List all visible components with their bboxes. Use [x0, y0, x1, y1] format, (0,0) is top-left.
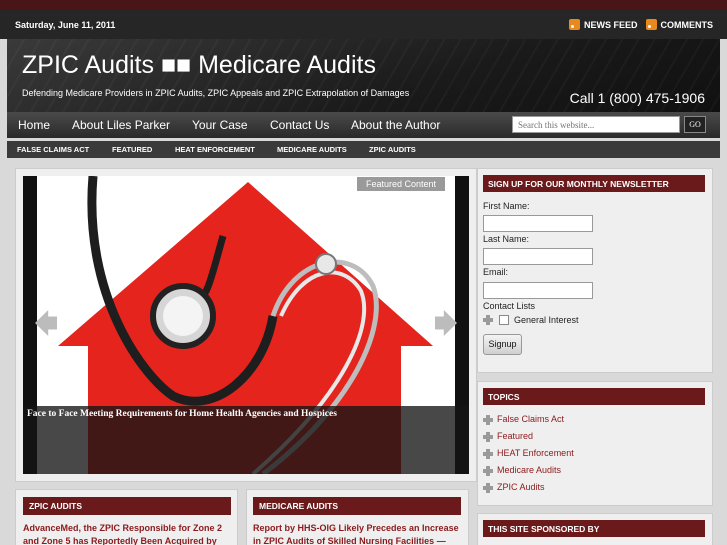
- bullet-plus-icon: [483, 432, 493, 442]
- slide-caption-link[interactable]: Face to Face Meeting Requirements for Ho…: [27, 409, 337, 419]
- last-name-field[interactable]: [483, 248, 593, 265]
- search-input[interactable]: [512, 116, 680, 133]
- bullet-plus-icon: [483, 415, 493, 425]
- rss-icon: [568, 19, 580, 30]
- top-accent-bar: [0, 0, 727, 10]
- topic-link-zpic-audits[interactable]: ZPIC Audits: [497, 482, 545, 492]
- news-feed-link[interactable]: NEWS FEED: [568, 19, 638, 30]
- phone-number: Call 1 (800) 475-1906: [569, 90, 705, 106]
- expand-plus-icon[interactable]: [483, 315, 493, 325]
- newsletter-heading: SIGN UP FOR OUR MONTHLY NEWSLETTER: [483, 175, 705, 192]
- current-date: Saturday, June 11, 2011: [15, 20, 116, 30]
- feed-links: NEWS FEED COMMENTS: [568, 19, 714, 30]
- news-feed-label: NEWS FEED: [583, 19, 638, 30]
- post-link[interactable]: Report by HHS-OIG Likely Precedes an Inc…: [253, 522, 473, 545]
- site-title[interactable]: ZPIC Audits ■■ Medicare Audits: [22, 51, 376, 80]
- nav-item-home[interactable]: Home: [18, 118, 50, 132]
- sponsor-heading: THIS SITE SPONSORED BY: [483, 520, 705, 537]
- post-box-heading[interactable]: MEDICARE AUDITS: [253, 497, 461, 515]
- topic-link-featured[interactable]: Featured: [497, 431, 533, 441]
- nav-item-about-liles-parker[interactable]: About Liles Parker: [72, 118, 170, 132]
- subnav-item-heat-enforcement[interactable]: HEAT ENFORCEMENT: [175, 145, 255, 154]
- post-link-line: Report by HHS-OIG Likely Precedes an Inc…: [253, 523, 459, 533]
- post-box-heading[interactable]: ZPIC AUDITS: [23, 497, 231, 515]
- signup-button[interactable]: Signup: [483, 334, 522, 355]
- comments-feed-label: COMMENTS: [660, 19, 714, 30]
- nav-item-contact-us[interactable]: Contact Us: [270, 118, 329, 132]
- bullet-plus-icon: [483, 449, 493, 459]
- last-name-label: Last Name:: [483, 234, 530, 244]
- site-description: Defending Medicare Providers in ZPIC Aud…: [22, 88, 410, 98]
- contact-lists-label: Contact Lists: [483, 301, 536, 311]
- topic-link-false-claims-act[interactable]: False Claims Act: [497, 414, 564, 424]
- general-interest-checkbox[interactable]: [499, 315, 509, 325]
- comments-feed-link[interactable]: COMMENTS: [645, 19, 714, 30]
- subnav-item-false-claims-act[interactable]: FALSE CLAIMS ACT: [17, 145, 89, 154]
- post-link-line: AdvanceMed, the ZPIC Responsible for Zon…: [23, 523, 223, 533]
- bullet-plus-icon: [483, 483, 493, 493]
- nav-item-your-case[interactable]: Your Case: [192, 118, 248, 132]
- topic-link-heat-enforcement[interactable]: HEAT Enforcement: [497, 448, 574, 458]
- featured-content-badge: Featured Content: [357, 177, 445, 191]
- post-link-line: in ZPIC Audits of Skilled Nursing Facili…: [253, 536, 446, 545]
- bullet-plus-icon: [483, 466, 493, 476]
- email-field[interactable]: [483, 282, 593, 299]
- topic-link-medicare-audits[interactable]: Medicare Audits: [497, 465, 561, 475]
- subnav-item-medicare-audits[interactable]: MEDICARE AUDITS: [277, 145, 347, 154]
- post-link-line: and Zone 5 has Reportedly Been Acquired …: [23, 536, 217, 545]
- rss-icon: [645, 19, 657, 30]
- category-nav: FALSE CLAIMS ACT FEATURED HEAT ENFORCEME…: [7, 141, 720, 158]
- search-button[interactable]: GO: [684, 116, 706, 133]
- nav-item-about-the-author[interactable]: About the Author: [351, 118, 440, 132]
- general-interest-label: General Interest: [514, 315, 579, 325]
- main-nav: Home About Liles Parker Your Case Contac…: [7, 112, 720, 138]
- post-link[interactable]: AdvanceMed, the ZPIC Responsible for Zon…: [23, 522, 233, 545]
- first-name-label: First Name:: [483, 201, 530, 211]
- topics-heading: TOPICS: [483, 388, 705, 405]
- email-label: Email:: [483, 267, 509, 277]
- subnav-item-featured[interactable]: FEATURED: [112, 145, 152, 154]
- first-name-field[interactable]: [483, 215, 593, 232]
- subnav-item-zpic-audits[interactable]: ZPIC AUDITS: [369, 145, 416, 154]
- site-header: ZPIC Audits ■■ Medicare Audits Defending…: [7, 39, 720, 112]
